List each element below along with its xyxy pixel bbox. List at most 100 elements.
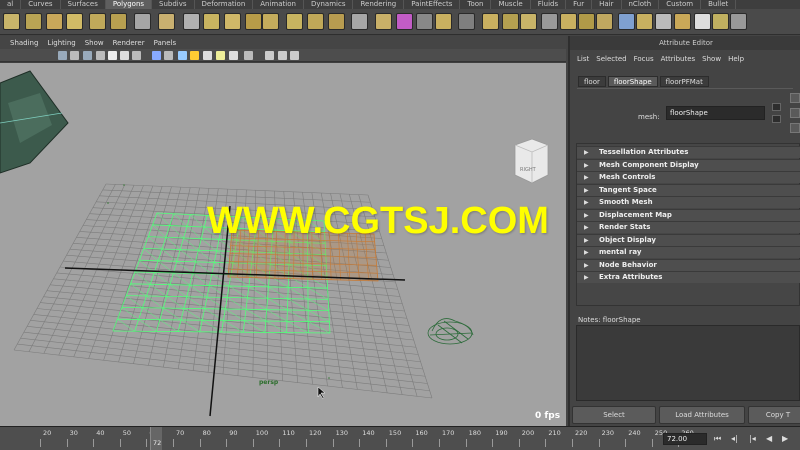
shelf-tab-bullet[interactable]: Bullet xyxy=(701,0,737,9)
shelf-tool-icon[interactable] xyxy=(396,13,413,30)
shelf-tool-icon[interactable] xyxy=(66,13,83,30)
shelf-tool-icon[interactable] xyxy=(712,13,729,30)
timeline-track[interactable]: 2030405060708090100110120130140150160170… xyxy=(0,427,694,450)
panel-toolbar-icon[interactable] xyxy=(120,51,129,60)
expand-arrow-icon[interactable]: ▶ xyxy=(584,260,589,271)
shelf-tool-icon[interactable] xyxy=(89,13,106,30)
shelf-tool-icon[interactable] xyxy=(618,13,635,30)
expand-arrow-icon[interactable]: ▶ xyxy=(584,197,589,208)
shelf-tab-deformation[interactable]: Deformation xyxy=(195,0,254,9)
ae-section-object-display[interactable]: ▶ Object Display xyxy=(577,233,800,246)
panel-toolbar-icon[interactable] xyxy=(96,51,105,60)
shelf-tab-custom[interactable]: Custom xyxy=(659,0,702,9)
shelf-tool-icon[interactable] xyxy=(351,13,368,30)
shelf-tool-icon[interactable] xyxy=(560,13,577,30)
shelf-tab-muscle[interactable]: Muscle xyxy=(491,0,531,9)
expand-arrow-icon[interactable]: ▶ xyxy=(584,160,589,171)
panel-toolbar-icon[interactable] xyxy=(290,51,299,60)
notes-text-area[interactable] xyxy=(576,325,800,401)
shelf-tool-icon[interactable] xyxy=(110,13,127,30)
shelf-tab-fur[interactable]: Fur xyxy=(566,0,593,9)
shelf-tab-al[interactable]: al xyxy=(0,0,22,9)
shelf-tool-icon[interactable] xyxy=(158,13,175,30)
ae-menu-attributes[interactable]: Attributes xyxy=(661,55,696,63)
tab-floor[interactable]: floor xyxy=(578,76,606,87)
ae-section-mesh-controls[interactable]: ▶ Mesh Controls xyxy=(577,171,800,183)
mesh-name-field[interactable] xyxy=(666,106,765,120)
shelf-tool-icon[interactable] xyxy=(46,13,63,30)
ae-menu-help[interactable]: Help xyxy=(728,55,744,63)
shelf-tool-icon[interactable] xyxy=(134,13,151,30)
panel-toolbar-icon[interactable] xyxy=(70,51,79,60)
shelf-tool-icon[interactable] xyxy=(416,13,433,30)
shelf-tool-icon[interactable] xyxy=(694,13,711,30)
shelf-tool-icon[interactable] xyxy=(541,13,558,30)
shelf-tool-icon[interactable] xyxy=(375,13,392,30)
panel-toolbar-icon[interactable] xyxy=(244,51,253,60)
panel-menu-renderer[interactable]: Renderer xyxy=(113,39,145,47)
expand-arrow-icon[interactable]: ▶ xyxy=(584,222,589,233)
shelf-tool-icon[interactable] xyxy=(482,13,499,30)
shelf-tool-icon[interactable] xyxy=(203,13,220,30)
load-attributes-button[interactable]: Load Attributes xyxy=(659,406,745,424)
play-backwards-icon[interactable]: ◀ xyxy=(766,434,772,444)
shelf-tool-icon[interactable] xyxy=(674,13,691,30)
focus-output-icon[interactable] xyxy=(772,115,781,123)
shelf-tab-hair[interactable]: Hair xyxy=(592,0,622,9)
ae-menu-selected[interactable]: Selected xyxy=(596,55,626,63)
panel-menu-panels[interactable]: Panels xyxy=(154,39,177,47)
presets-button[interactable] xyxy=(790,93,800,103)
shelf-tool-icon[interactable] xyxy=(245,13,262,30)
focus-input-icon[interactable] xyxy=(772,103,781,111)
panel-toolbar-icon[interactable] xyxy=(164,51,173,60)
panel-toolbar-icon[interactable] xyxy=(229,51,238,60)
ae-section-smooth-mesh[interactable]: ▶ Smooth Mesh xyxy=(577,196,800,208)
panel-menu-show[interactable]: Show xyxy=(85,39,104,47)
ae-section-node-behavior[interactable]: ▶ Node Behavior xyxy=(577,258,800,271)
panel-menu-shading[interactable]: Shading xyxy=(10,39,38,47)
panel-toolbar-icon[interactable] xyxy=(108,51,117,60)
shelf-tool-icon[interactable] xyxy=(328,13,345,30)
shelf-tool-icon[interactable] xyxy=(435,13,452,30)
tab-floorshape[interactable]: floorShape xyxy=(607,76,658,87)
shelf-tool-icon[interactable] xyxy=(458,13,475,30)
shelf-tool-icon[interactable] xyxy=(596,13,613,30)
shelf-tool-icon[interactable] xyxy=(730,13,747,30)
copy-tab-button[interactable]: Copy T xyxy=(748,406,800,424)
shelf-tab-toon[interactable]: Toon xyxy=(460,0,492,9)
expand-arrow-icon[interactable]: ▶ xyxy=(584,247,589,258)
shelf-tool-icon[interactable] xyxy=(578,13,595,30)
shelf-tool-icon[interactable] xyxy=(636,13,653,30)
shelf-tool-icon[interactable] xyxy=(520,13,537,30)
tab-floorpfmat[interactable]: floorPFMat xyxy=(659,76,709,87)
panel-toolbar-icon[interactable] xyxy=(58,51,67,60)
shelf-tool-icon[interactable] xyxy=(183,13,200,30)
shelf-tab-animation[interactable]: Animation xyxy=(253,0,304,9)
panel-toolbar-icon[interactable] xyxy=(132,51,141,60)
select-button[interactable]: Select xyxy=(572,406,656,424)
perspective-viewport[interactable]: RIGHT xyxy=(0,63,566,426)
play-forwards-icon[interactable]: ▶ xyxy=(782,434,788,444)
show-button[interactable] xyxy=(790,108,800,118)
expand-arrow-icon[interactable]: ▶ xyxy=(584,272,589,283)
shelf-tab-curves[interactable]: Curves xyxy=(21,0,61,9)
ae-menu-show[interactable]: Show xyxy=(702,55,721,63)
step-back-frame-icon[interactable]: |◂ xyxy=(749,434,756,444)
go-to-start-icon[interactable]: ⏮ xyxy=(714,434,721,444)
shelf-tab-ncloth[interactable]: nCloth xyxy=(622,0,660,9)
ae-section-mental-ray[interactable]: ▶ mental ray xyxy=(577,246,800,258)
step-back-key-icon[interactable]: ◂| xyxy=(731,434,738,444)
shelf-tab-surfaces[interactable]: Surfaces xyxy=(61,0,106,9)
shelf-tool-icon[interactable] xyxy=(224,13,241,30)
shelf-tool-icon[interactable] xyxy=(262,13,279,30)
hide-button[interactable] xyxy=(790,123,800,133)
ae-section-extra-attributes[interactable]: ▶ Extra Attributes xyxy=(577,271,800,283)
expand-arrow-icon[interactable]: ▶ xyxy=(584,185,589,196)
shelf-tool-icon[interactable] xyxy=(655,13,672,30)
shelf-tab-fluids[interactable]: Fluids xyxy=(531,0,567,9)
ae-section-tangent-space[interactable]: ▶ Tangent Space xyxy=(577,183,800,196)
panel-toolbar-icon[interactable] xyxy=(152,51,161,60)
panel-toolbar-icon[interactable] xyxy=(203,51,212,60)
shelf-tool-icon[interactable] xyxy=(286,13,303,30)
shelf-tab-painteffects[interactable]: PaintEffects xyxy=(404,0,461,9)
